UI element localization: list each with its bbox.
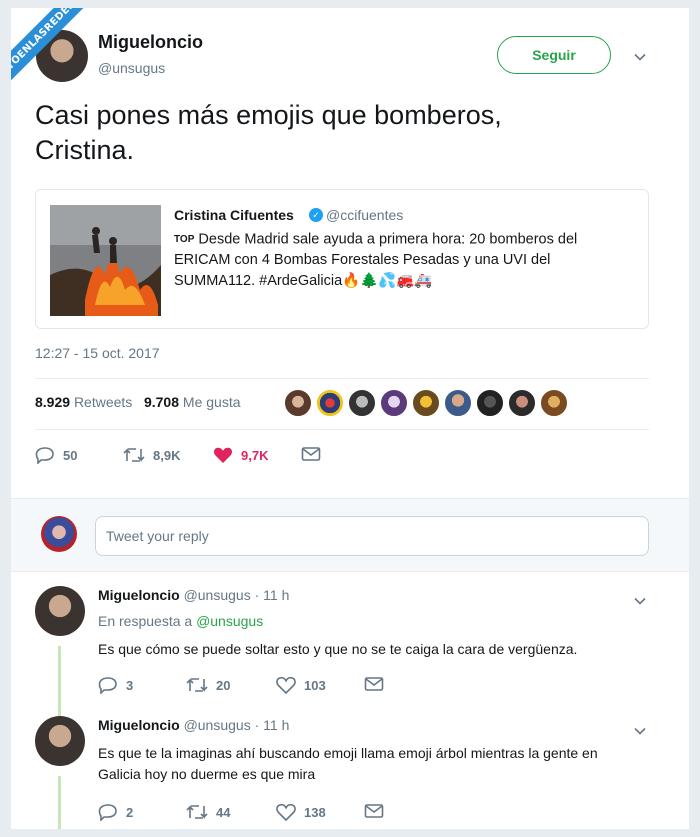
reply-text-line: Galicia hoy no duerme es que mira — [98, 766, 316, 782]
reply-icon — [98, 804, 117, 821]
reply-author-avatar[interactable] — [35, 716, 85, 766]
mail-icon — [301, 447, 321, 461]
like-count: 138 — [304, 804, 326, 820]
like-count: 9,7K — [241, 447, 269, 463]
follow-button[interactable]: Seguir — [497, 36, 611, 74]
retweet-action[interactable]: 8,9K — [123, 446, 180, 464]
retweet-action[interactable]: 20 — [186, 676, 230, 694]
liker-avatar[interactable] — [444, 389, 472, 417]
reply-author-name[interactable]: Migueloncio — [98, 717, 180, 733]
reply-composer — [11, 498, 689, 572]
like-action[interactable]: 138 — [276, 803, 326, 821]
reply-header: Migueloncio @unsugus · 11 h — [98, 717, 289, 733]
watermark-ribbon: VISTOENLASREDES.com — [11, 8, 117, 114]
quoted-tweet-image[interactable] — [50, 205, 161, 316]
reply-icon — [98, 677, 117, 694]
watermark-text: VISTOENLASREDES.com — [11, 8, 112, 101]
direct-message-action[interactable] — [364, 803, 392, 819]
liker-avatar[interactable] — [476, 389, 504, 417]
quoted-text-line: SUMMA112. #ArdeGalicia — [174, 273, 343, 290]
quoted-author-name[interactable]: Cristina Cifuentes — [174, 207, 294, 223]
reply-count: 50 — [63, 447, 78, 463]
liker-avatar[interactable] — [316, 389, 344, 417]
direct-message-action[interactable] — [364, 676, 392, 692]
chevron-down-icon[interactable] — [633, 724, 647, 738]
liker-avatar[interactable] — [380, 389, 408, 417]
thread-line — [58, 776, 61, 829]
tweet-timestamp[interactable]: 12:27 - 15 oct. 2017 — [35, 345, 160, 361]
like-count: 103 — [304, 677, 326, 693]
direct-message-action[interactable] — [301, 446, 329, 462]
retweets-count[interactable]: 8.929 — [35, 394, 70, 410]
heart-icon — [213, 447, 233, 463]
current-user-avatar[interactable] — [41, 516, 77, 552]
quoted-text-line: ERICAM con 4 Bombas Forestales Pesadas y… — [174, 252, 551, 269]
retweet-icon — [186, 678, 208, 692]
retweet-count: 20 — [216, 677, 231, 693]
chevron-down-icon[interactable] — [633, 594, 647, 608]
reply-action[interactable]: 2 — [98, 803, 133, 821]
quoted-tweet-text: TOP Desde Madrid sale ayuda a primera ho… — [174, 229, 644, 292]
in-reply-handle[interactable]: @unsugus — [196, 613, 263, 629]
reply-meta[interactable]: @unsugus · 11 h — [184, 717, 290, 733]
chevron-down-icon[interactable] — [633, 50, 647, 64]
quoted-author-handle[interactable]: @ccifuentes — [326, 207, 403, 223]
likes-count[interactable]: 9.708 — [144, 394, 179, 410]
mail-icon — [364, 804, 384, 818]
reply-icon — [35, 447, 54, 464]
tweet-text-line: Casi pones más emojis que bomberos, — [35, 100, 502, 130]
quoted-tweet[interactable]: Cristina Cifuentes ✓ @ccifuentes TOP Des… — [35, 189, 649, 329]
likes-label[interactable]: Me gusta — [183, 394, 241, 410]
thread-line — [58, 646, 61, 716]
reply-header: Migueloncio @unsugus · 11 h — [98, 587, 289, 603]
liker-avatar[interactable] — [284, 389, 312, 417]
retweet-count: 8,9K — [153, 447, 181, 463]
in-reply-to: En respuesta a @unsugus — [98, 613, 263, 629]
like-action[interactable]: 9,7K — [213, 446, 268, 464]
in-reply-prefix: En respuesta a — [98, 613, 197, 629]
reply-action[interactable]: 3 — [98, 676, 133, 694]
like-action[interactable]: 103 — [276, 676, 326, 694]
retweet-count: 44 — [216, 804, 231, 820]
top-emoji: TOP — [174, 234, 195, 245]
liker-avatar[interactable] — [412, 389, 440, 417]
reply-meta[interactable]: @unsugus · 11 h — [184, 587, 290, 603]
retweet-action[interactable]: 44 — [186, 803, 230, 821]
liker-avatar[interactable] — [540, 389, 568, 417]
retweets-label[interactable]: Retweets — [74, 394, 132, 410]
reply-action[interactable]: 50 — [35, 446, 77, 464]
retweet-icon — [186, 805, 208, 819]
tweet-text-line: Cristina. — [35, 135, 135, 165]
divider — [35, 429, 649, 430]
reply-text: Es que te la imaginas ahí buscando emoji… — [98, 743, 658, 785]
verified-icon: ✓ — [309, 208, 323, 222]
reply-input[interactable] — [95, 516, 649, 556]
reply-text: Es que cómo se puede soltar esto y que n… — [98, 641, 578, 657]
tweet-stats: 8.929 Retweets 9.708 Me gusta — [35, 394, 241, 410]
heart-icon — [276, 803, 296, 821]
mail-icon — [364, 677, 384, 691]
retweet-icon — [123, 448, 145, 462]
emoji-sequence: 🔥🌲💦🚒🚑 — [342, 273, 433, 290]
tweet-text: Casi pones más emojis que bomberos, Cris… — [35, 98, 655, 168]
heart-icon — [276, 676, 296, 694]
tweet-card: VISTOENLASREDES.com Migueloncio @unsugus… — [11, 8, 689, 829]
liker-avatar[interactable] — [348, 389, 376, 417]
reply-text-line: Es que te la imaginas ahí buscando emoji… — [98, 745, 598, 761]
reply-author-avatar[interactable] — [35, 586, 85, 636]
liker-avatar[interactable] — [508, 389, 536, 417]
quoted-text-line: Desde Madrid sale ayuda a primera hora: … — [194, 231, 578, 248]
divider — [35, 378, 649, 379]
reply-count: 3 — [126, 677, 134, 693]
reply-author-name[interactable]: Migueloncio — [98, 587, 180, 603]
reply-count: 2 — [126, 804, 134, 820]
